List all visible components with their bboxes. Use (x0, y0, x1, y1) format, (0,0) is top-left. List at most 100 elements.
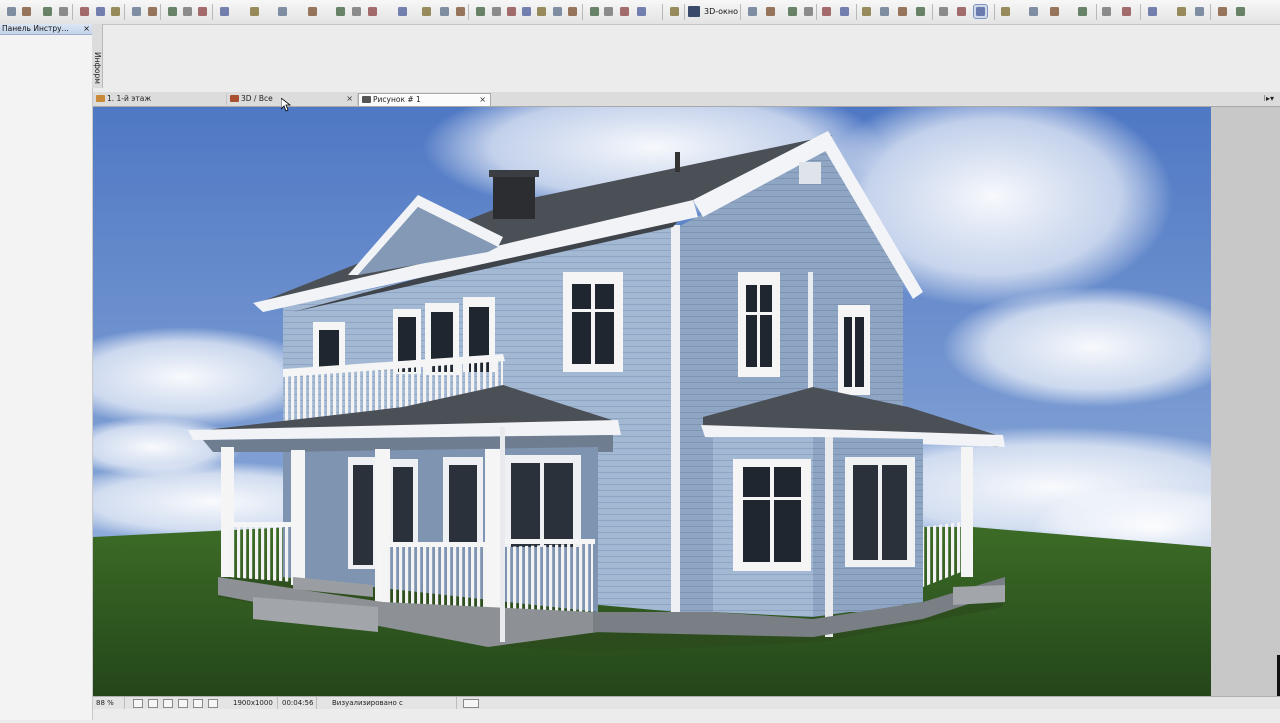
zoom-out-icon[interactable] (178, 699, 188, 708)
navigate-button[interactable] (764, 5, 777, 18)
spline-button[interactable] (535, 5, 548, 18)
person-button[interactable] (1100, 5, 1113, 18)
toolbar-separator (468, 4, 469, 20)
inject-button[interactable] (181, 5, 194, 18)
toolbox-panel-close-button[interactable]: × (83, 24, 90, 34)
open-folder-button[interactable] (20, 5, 33, 18)
cutaway-button[interactable] (955, 5, 968, 18)
save-button[interactable] (41, 5, 54, 18)
sun-button[interactable] (1048, 5, 1061, 18)
pan-icon[interactable] (193, 699, 203, 708)
settings-3d-icon (916, 7, 925, 16)
tab-floor-plan[interactable]: 1. 1-й этаж (93, 93, 227, 105)
render-sphere-icon (670, 7, 679, 16)
floor-plan-icon (96, 95, 105, 102)
zoom-in-icon[interactable] (163, 699, 173, 708)
offset-button[interactable] (350, 5, 363, 18)
render-window-button[interactable] (973, 4, 988, 19)
camera-settings-button[interactable] (802, 5, 815, 18)
fill-button[interactable] (566, 5, 579, 18)
elevate-button[interactable] (396, 5, 409, 18)
info-box-strip[interactable]: Информ (92, 24, 103, 88)
marquee-icon (250, 7, 259, 16)
light-button[interactable] (1027, 5, 1040, 18)
publish-button[interactable] (1175, 5, 1188, 18)
fly-icon (898, 7, 907, 16)
zoom-prev-icon[interactable] (133, 699, 143, 708)
reference-icon (604, 7, 613, 16)
arrow-tool-button[interactable] (218, 5, 231, 18)
tab-3d-view[interactable]: 3D / Все × (227, 93, 358, 105)
home-button[interactable] (878, 5, 891, 18)
pick-up-button[interactable] (166, 5, 179, 18)
help-button[interactable] (1216, 5, 1229, 18)
zoom-fit-icon[interactable] (148, 699, 158, 708)
measure-button[interactable] (474, 5, 487, 18)
compare-button[interactable] (618, 5, 631, 18)
tab-picture[interactable]: Рисунок # 1 × (358, 93, 491, 106)
overlay-button[interactable] (635, 5, 648, 18)
axis-button[interactable] (786, 5, 799, 18)
render-engine-icon[interactable] (463, 699, 479, 708)
explore-button[interactable] (838, 5, 851, 18)
trace-button[interactable] (588, 5, 601, 18)
wall-tool-button[interactable] (438, 5, 451, 18)
camera-button[interactable] (1146, 5, 1159, 18)
walk-button[interactable] (820, 5, 833, 18)
material-button[interactable] (999, 5, 1012, 18)
undo-button[interactable] (130, 5, 143, 18)
zoom-actual-icon[interactable] (208, 699, 218, 708)
layer-icon (422, 7, 431, 16)
orbit-button[interactable] (746, 5, 759, 18)
layout-button[interactable] (1076, 5, 1089, 18)
tab-menu-button[interactable]: ⁝▸▾ (1263, 92, 1274, 106)
marquee-button[interactable] (248, 5, 261, 18)
settings-3d-button[interactable] (914, 5, 927, 18)
info-button[interactable] (1234, 5, 1247, 18)
play-icon (862, 7, 871, 16)
new-file-button[interactable] (5, 5, 18, 18)
redo-button[interactable] (146, 5, 159, 18)
toolbar-separator (816, 4, 817, 20)
cut-button[interactable] (78, 5, 91, 18)
3d-window-button[interactable]: 3D-окно (688, 5, 738, 18)
overlay-icon (637, 7, 646, 16)
render-window-icon (976, 7, 985, 16)
group-button[interactable] (366, 5, 379, 18)
group-icon (368, 7, 377, 16)
arc-button[interactable] (505, 5, 518, 18)
sync-button[interactable] (1120, 5, 1133, 18)
align-button[interactable] (276, 5, 289, 18)
3d-window-icon (688, 6, 700, 17)
slab-tool-button[interactable] (454, 5, 467, 18)
polyline-button[interactable] (520, 5, 533, 18)
hotspot-button[interactable] (551, 5, 564, 18)
redo-icon (148, 7, 157, 16)
copy-icon (96, 7, 105, 16)
cutaway-icon (957, 7, 966, 16)
tab-close-button[interactable]: × (346, 93, 353, 105)
polyline-icon (522, 7, 531, 16)
undo-icon (132, 7, 141, 16)
dimension-button[interactable] (334, 5, 347, 18)
paste-button[interactable] (109, 5, 122, 18)
reference-button[interactable] (602, 5, 615, 18)
line-button[interactable] (490, 5, 503, 18)
align-icon (278, 7, 287, 16)
render-sphere-button[interactable] (668, 5, 681, 18)
layer-button[interactable] (420, 5, 433, 18)
fly-button[interactable] (896, 5, 909, 18)
cut-icon (80, 7, 89, 16)
grid-snap-button[interactable] (306, 5, 319, 18)
render-viewport[interactable] (93, 107, 1211, 696)
tab-close-button[interactable]: × (479, 94, 486, 106)
tab-label: 3D / Все (241, 94, 273, 103)
copy-button[interactable] (94, 5, 107, 18)
camera-settings-icon (804, 7, 813, 16)
print-button[interactable] (57, 5, 70, 18)
teamwork-button[interactable] (1193, 5, 1206, 18)
home-icon (880, 7, 889, 16)
section-button[interactable] (937, 5, 950, 18)
eyedropper-button[interactable] (196, 5, 209, 18)
play-button[interactable] (860, 5, 873, 18)
